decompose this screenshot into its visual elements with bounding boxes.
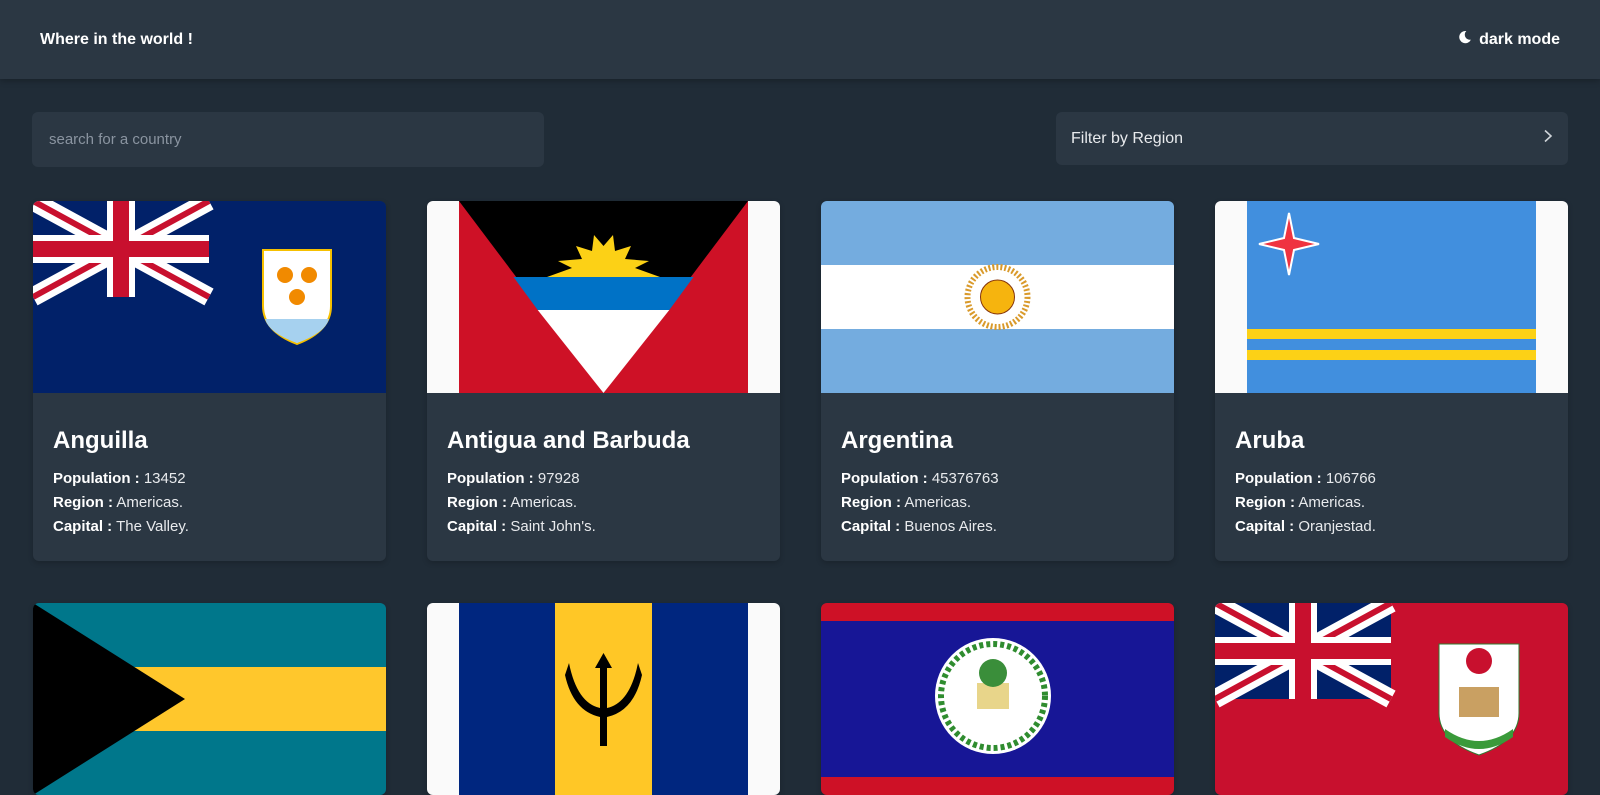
country-card-aruba[interactable]: Aruba Population : 106766 Region : Ameri… (1215, 201, 1568, 561)
region-row: Region : Americas. (1235, 494, 1366, 511)
population-row: Population : 97928 (447, 470, 580, 487)
population-row: Population : 45376763 (841, 470, 999, 487)
flag-anguilla (33, 201, 386, 393)
region-row: Region : Americas. (447, 494, 578, 511)
country-card-belize[interactable] (821, 603, 1174, 795)
search-input[interactable] (49, 131, 527, 148)
country-name: Anguilla (53, 427, 148, 454)
capital-row: Capital : Saint John's. (447, 518, 596, 535)
flag-belize (821, 603, 1174, 795)
search-box (32, 112, 544, 167)
flag-bermuda (1215, 603, 1568, 795)
country-name: Argentina (841, 427, 954, 454)
dark-mode-label: dark mode (1479, 30, 1560, 48)
country-card-antigua-and-barbuda[interactable]: Antigua and Barbuda Population : 97928 R… (427, 201, 780, 561)
moon-icon (1458, 30, 1472, 49)
capital-row: Capital : Buenos Aires. (841, 518, 997, 535)
top-header: Where in the world ! dark mode (0, 0, 1600, 79)
country-name: Antigua and Barbuda (447, 427, 690, 454)
country-card-bahamas[interactable] (33, 603, 386, 795)
capital-row: Capital : The Valley. (53, 518, 189, 535)
country-card-argentina[interactable]: Argentina Population : 45376763 Region :… (821, 201, 1174, 561)
flag-bahamas (33, 603, 386, 795)
app-title: Where in the world ! (40, 30, 193, 48)
region-row: Region : Americas. (841, 494, 972, 511)
chevron-right-icon (1543, 129, 1553, 148)
capital-row: Capital : Oranjestad. (1235, 518, 1376, 535)
country-card-barbados[interactable] (427, 603, 780, 795)
flag-barbados (427, 603, 780, 795)
country-card-bermuda[interactable] (1215, 603, 1568, 795)
flag-antigua-and-barbuda (427, 201, 780, 393)
flag-aruba (1215, 201, 1568, 393)
country-card-anguilla[interactable]: Anguilla Population : 13452 Region : Ame… (33, 201, 386, 561)
population-row: Population : 106766 (1235, 470, 1376, 487)
dark-mode-toggle[interactable]: dark mode (1458, 30, 1560, 49)
region-filter-dropdown[interactable]: Filter by Region (1056, 112, 1568, 165)
population-row: Population : 13452 (53, 470, 186, 487)
country-name: Aruba (1235, 427, 1305, 454)
flag-argentina (821, 201, 1174, 393)
region-filter-label: Filter by Region (1071, 129, 1184, 147)
region-row: Region : Americas. (53, 494, 184, 511)
